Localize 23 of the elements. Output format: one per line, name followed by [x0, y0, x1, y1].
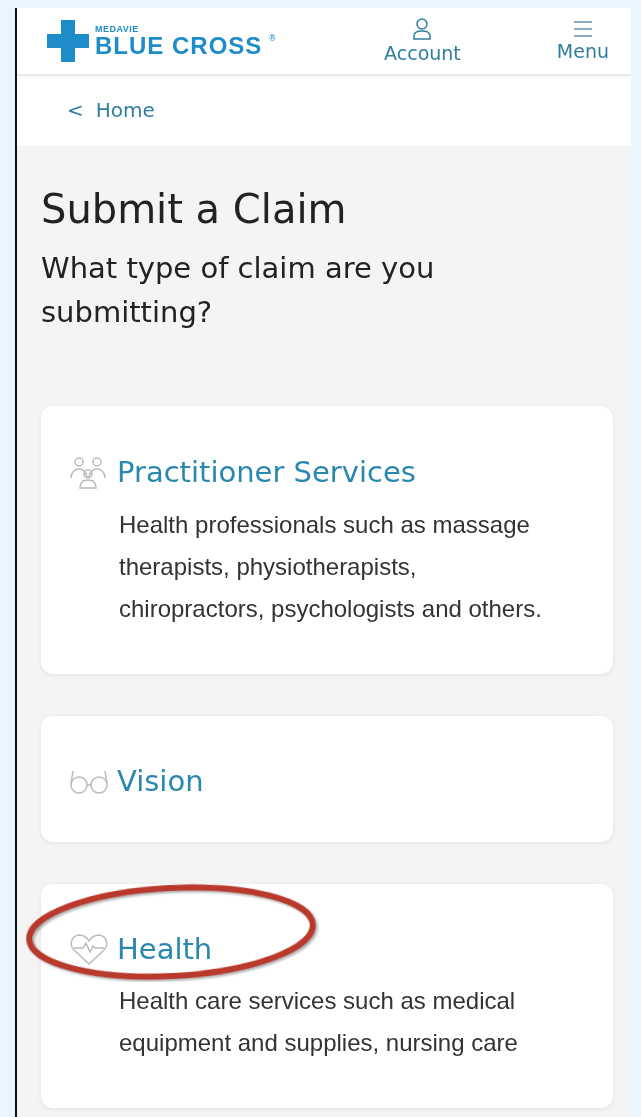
back-arrow: < [67, 98, 84, 122]
question-heading: What type of claim are you submitting? [41, 250, 436, 331]
people-icon [69, 454, 109, 490]
claim-type-card[interactable]: Health Health care services such as medical equipment and supplies, nursing care [41, 884, 613, 1108]
home-link[interactable]: < Home [67, 98, 155, 122]
logo-wordmark: BLUE CROSS [95, 33, 263, 58]
claim-type-card[interactable]: Practitioner Services Health professionals such as massage therapists, physiotherapists, chiropractors, psychologists and others. [41, 406, 613, 674]
claim-type-description: Health care services such as medical equipment and supplies, nursing care [119, 986, 519, 1058]
person-icon [412, 18, 433, 40]
heart-pulse-icon [69, 932, 109, 966]
home-label: Home [95, 98, 155, 122]
menu-icon [573, 20, 592, 38]
claim-type-title[interactable]: Vision [117, 764, 204, 798]
cross-logo-icon [47, 20, 89, 62]
claim-type-card[interactable]: Vision [41, 716, 613, 842]
registered-mark: ® [268, 34, 277, 43]
account-button[interactable]: Account [384, 18, 461, 64]
claim-type-title[interactable]: Practitioner Services [117, 455, 416, 489]
claim-type-title[interactable]: Health [117, 932, 213, 966]
page-title: Submit a Claim [41, 186, 348, 232]
menu-button[interactable]: Menu [556, 20, 609, 62]
claim-type-description: Health professionals such as massage therapists, physiotherapists, chiropractors, psychologists and others. [119, 510, 543, 624]
logo-subtitle: MEDAVIE [95, 24, 140, 34]
